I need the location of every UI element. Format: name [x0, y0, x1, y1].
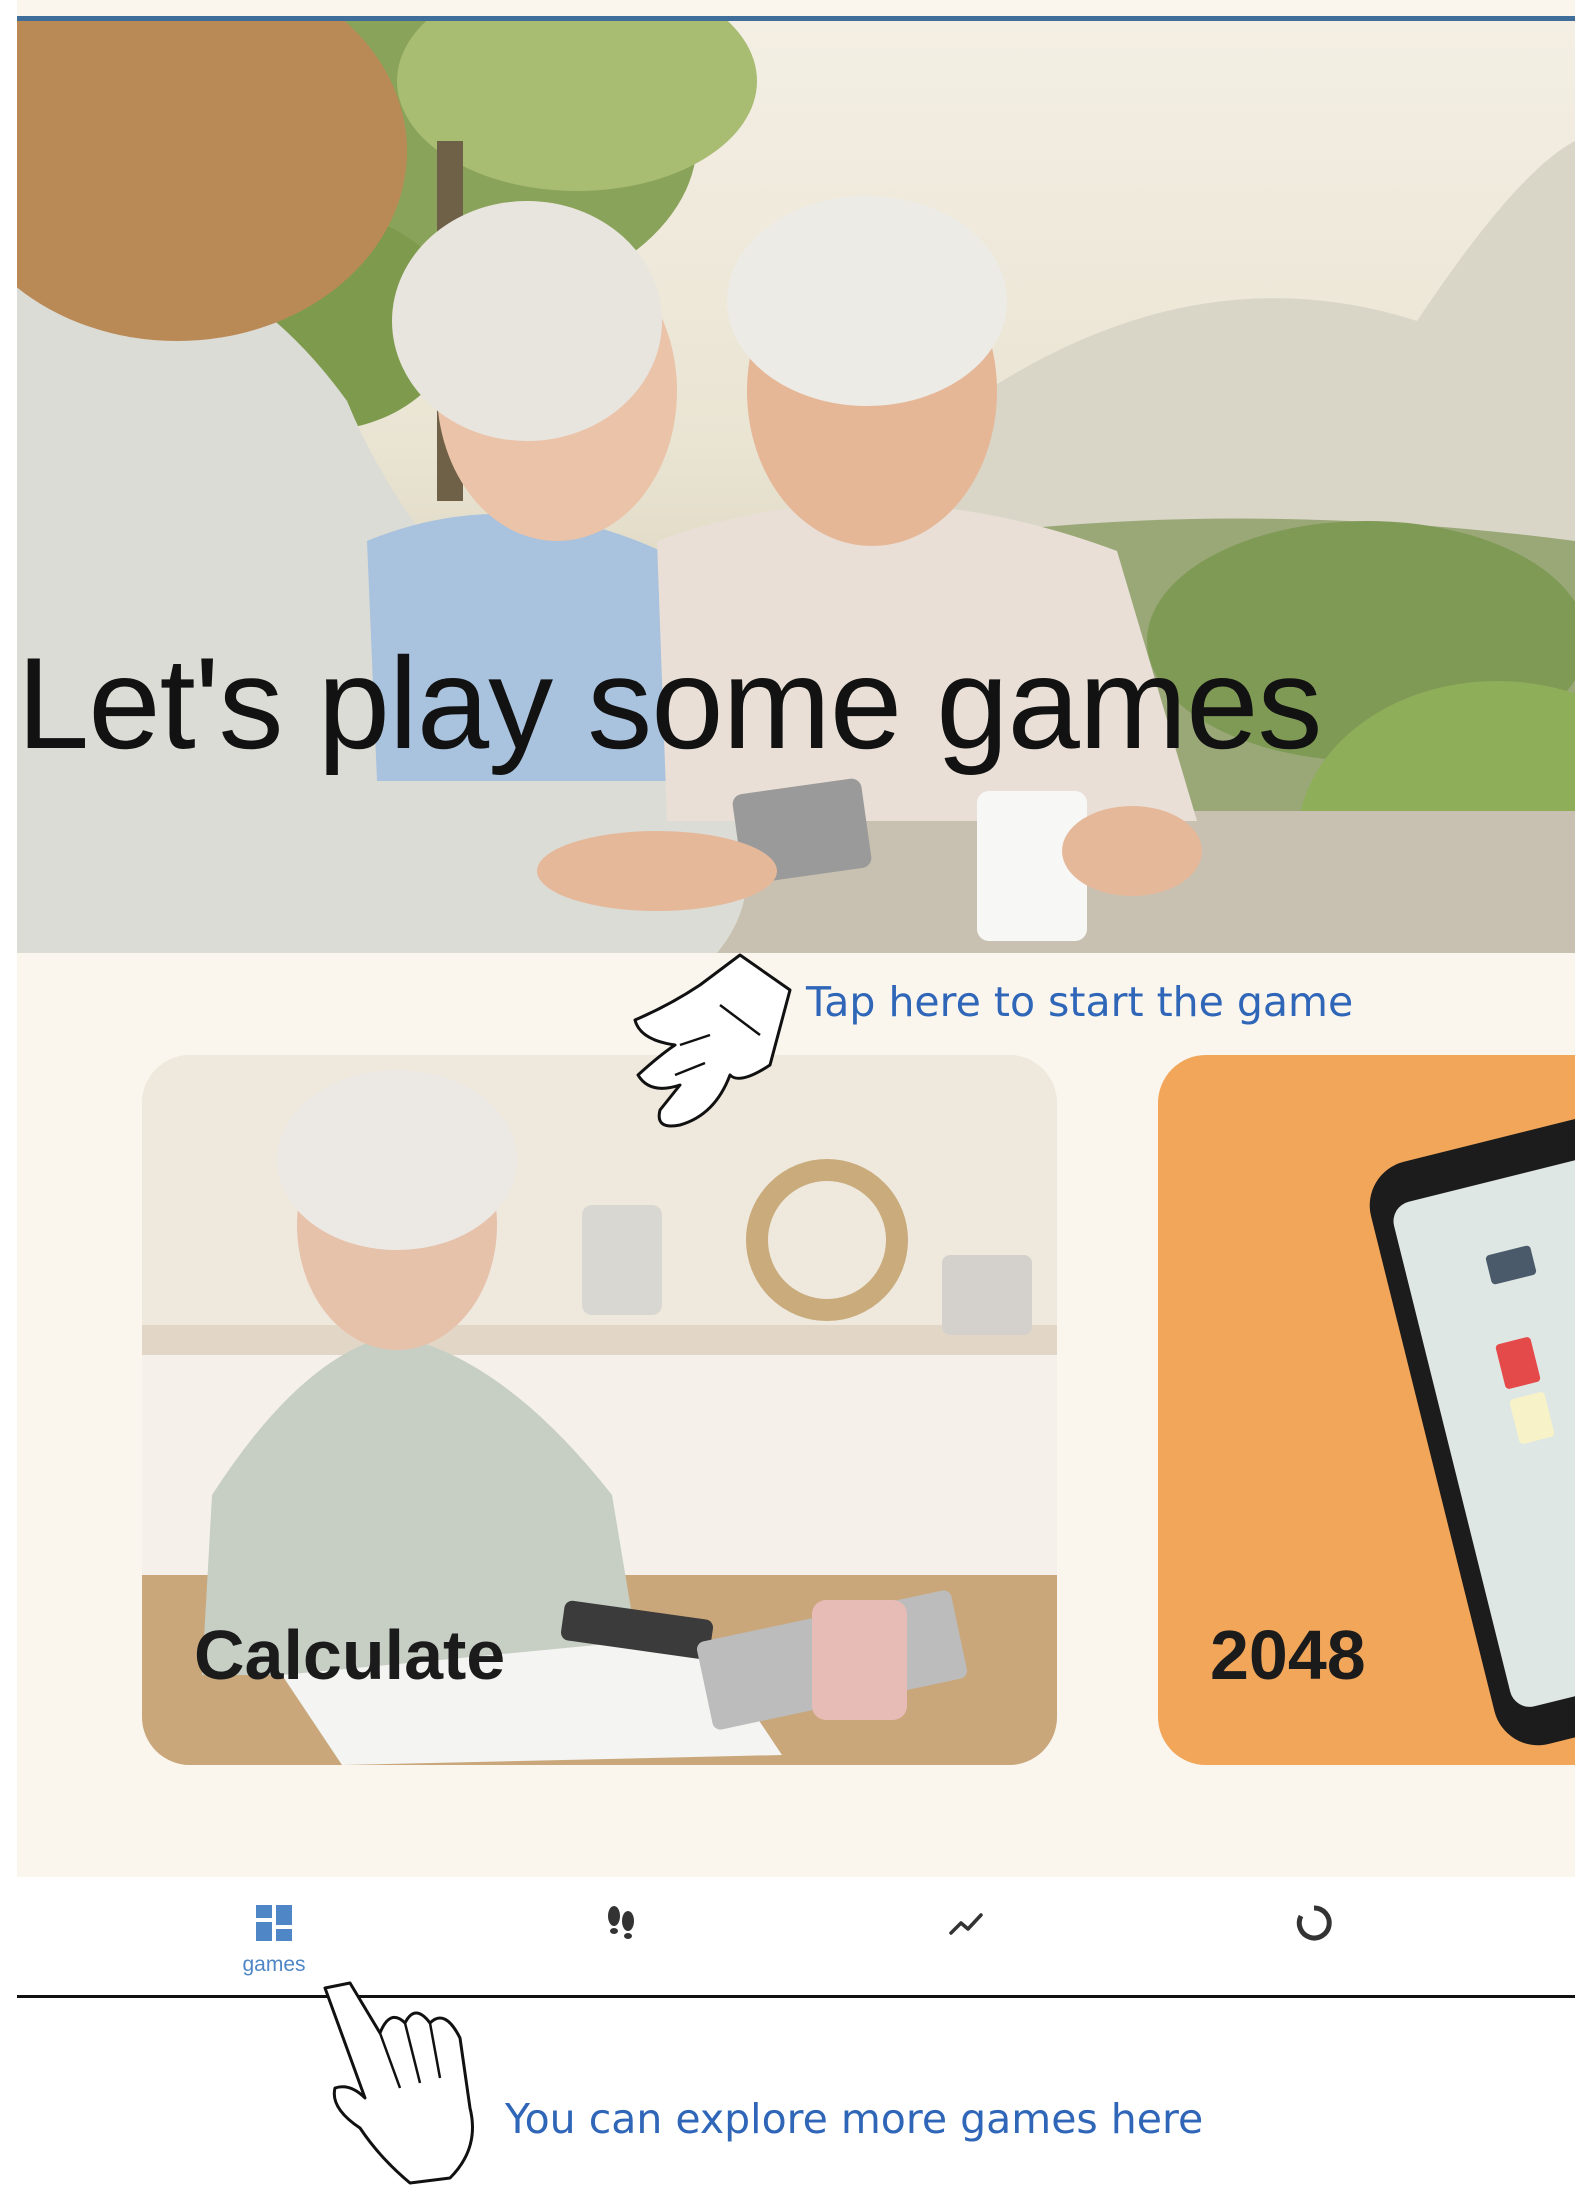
- nav-label-games: games: [242, 1953, 306, 1976]
- pointing-hand-icon: [323, 1981, 474, 2185]
- trend-line-icon: [949, 1913, 983, 1935]
- progress-ring-icon: [1296, 1905, 1332, 1941]
- hero-banner: Let's play some games: [17, 21, 1575, 953]
- nav-item-steps[interactable]: [521, 1877, 721, 1995]
- hero-title: Let's play some games: [17, 630, 1322, 776]
- game-card-2048[interactable]: 2048: [1158, 1055, 1575, 1765]
- game-card-label: Calculate: [194, 1616, 506, 1694]
- game-card-label: 2048: [1210, 1616, 1366, 1694]
- nav-item-stats[interactable]: [867, 1877, 1067, 1995]
- explore-hint-annotation: You can explore more games here: [505, 2095, 1204, 2143]
- games-carousel[interactable]: Calculate 2048: [17, 1055, 1575, 1765]
- tap-hint-annotation: Tap here to start the game: [806, 978, 1354, 1026]
- pointing-hand-icon: [633, 953, 792, 1128]
- nav-item-progress[interactable]: [1214, 1877, 1414, 1995]
- hero-photo: [17, 21, 1575, 953]
- bottom-navigation: games: [17, 1877, 1575, 1995]
- screen-bottom-divider: [17, 1995, 1575, 1998]
- footsteps-icon: [608, 1906, 634, 1939]
- game-card-calculate[interactable]: Calculate: [142, 1055, 1057, 1765]
- dashboard-grid-icon: [256, 1905, 292, 1941]
